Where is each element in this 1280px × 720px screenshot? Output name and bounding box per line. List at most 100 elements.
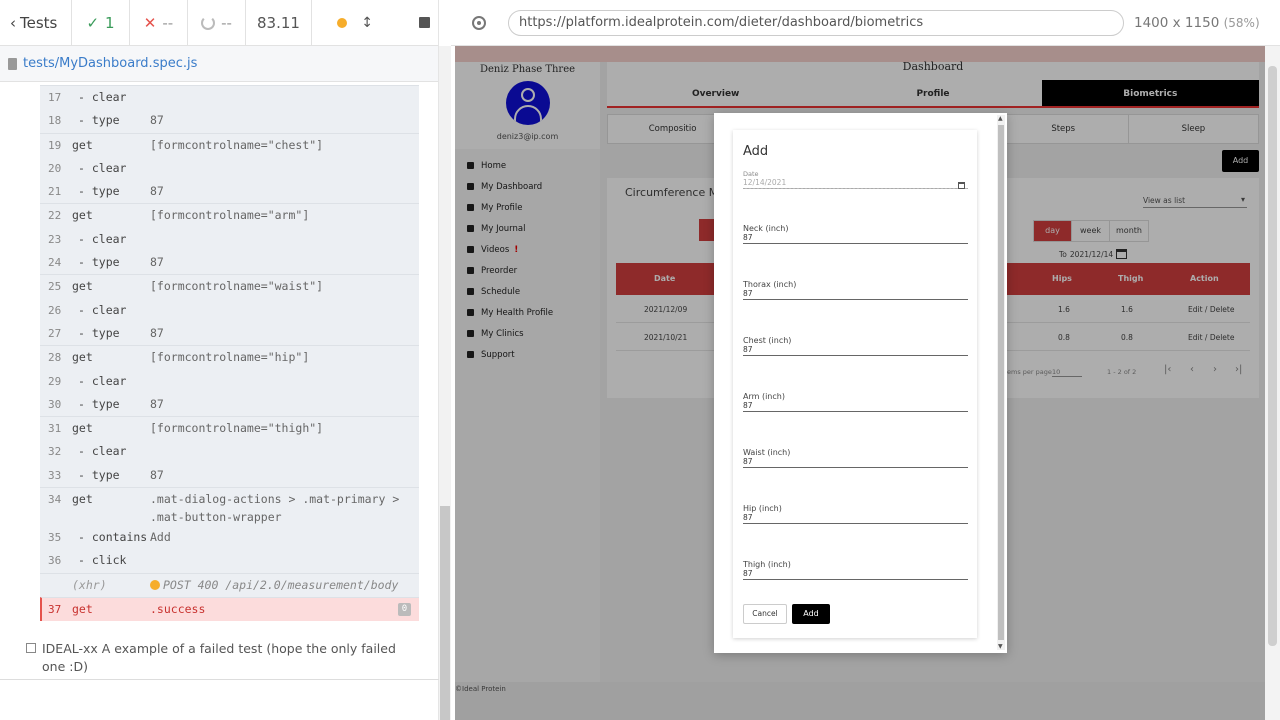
tests-label: Tests bbox=[20, 13, 58, 32]
failed-test[interactable]: IDEAL-xx A example of a failed test (hop… bbox=[26, 640, 406, 676]
command-name: - clear bbox=[78, 231, 127, 246]
dialog-title: Add bbox=[743, 144, 769, 159]
status-dot-icon bbox=[337, 17, 348, 28]
scroll-up-icon[interactable]: ▲ bbox=[998, 115, 1003, 122]
command-name: - type bbox=[78, 255, 120, 270]
field-value[interactable]: 87 bbox=[743, 289, 968, 298]
command-row[interactable]: 25 get [formcontrolname="waist"] bbox=[40, 274, 419, 299]
command-number: 26 bbox=[48, 303, 62, 317]
field-label: Neck (inch) bbox=[743, 224, 789, 233]
field-value[interactable]: 87 bbox=[743, 233, 968, 242]
field-underline bbox=[743, 243, 968, 244]
chest-field[interactable]: Chest (inch) 87 bbox=[743, 336, 968, 356]
command-number: 28 bbox=[48, 351, 62, 365]
spec-header[interactable]: tests/MyDashboard.spec.js bbox=[0, 46, 438, 82]
field-underline bbox=[743, 523, 968, 524]
waist-field[interactable]: Waist (inch) 87 bbox=[743, 448, 968, 468]
cancel-button[interactable]: Cancel bbox=[743, 604, 787, 624]
field-label: Arm (inch) bbox=[743, 392, 785, 401]
command-number: 19 bbox=[48, 138, 62, 152]
passed-count: ✓ 1 bbox=[72, 0, 130, 46]
scrollbar-thumb[interactable] bbox=[1268, 66, 1277, 646]
command-row[interactable]: 32 - clear bbox=[40, 440, 419, 464]
calendar-icon[interactable] bbox=[958, 182, 965, 189]
scrollbar-thumb[interactable] bbox=[998, 125, 1004, 640]
failed-command-row[interactable]: 37 get .success 0 bbox=[40, 596, 419, 622]
command-row[interactable]: 20 - clear bbox=[40, 156, 419, 181]
field-value[interactable]: 87 bbox=[743, 345, 968, 354]
add-button[interactable]: Add bbox=[792, 604, 830, 624]
field-value[interactable]: 87 bbox=[743, 569, 968, 578]
reporter-scrollbar[interactable] bbox=[439, 46, 451, 720]
command-number: 29 bbox=[48, 374, 62, 388]
url-bar: https://platform.idealprotein.com/dieter… bbox=[451, 0, 1280, 46]
scroll-down-icon[interactable]: ▼ bbox=[998, 643, 1003, 650]
command-row[interactable]: 27 - type 87 bbox=[40, 321, 419, 346]
command-row[interactable]: 28 get [formcontrolname="hip"] bbox=[40, 345, 419, 370]
command-row[interactable]: 29 - clear bbox=[40, 369, 419, 393]
test-status-icon bbox=[26, 643, 36, 653]
command-number: 24 bbox=[48, 256, 62, 270]
scrollbar-thumb[interactable] bbox=[440, 506, 450, 720]
command-name: - type bbox=[78, 396, 120, 411]
url-field[interactable]: https://platform.idealprotein.com/dieter… bbox=[508, 9, 1124, 36]
command-number: 33 bbox=[48, 468, 62, 482]
command-number: 18 bbox=[48, 114, 62, 128]
neck-field[interactable]: Neck (inch) 87 bbox=[743, 224, 968, 244]
command-message: [formcontrolname="thigh"] bbox=[150, 421, 324, 436]
test-reporter: ‹ Tests ✓ 1 ✕ -- -- 83.11 ↕ tests/MyDash… bbox=[0, 0, 439, 720]
xhr-status-icon bbox=[150, 579, 160, 590]
failed-test-title[interactable]: IDEAL-xx A example of a failed test (hop… bbox=[42, 640, 406, 676]
field-value[interactable]: 87 bbox=[743, 401, 968, 410]
spec-path[interactable]: tests/MyDashboard.spec.js bbox=[23, 56, 197, 71]
arm-field[interactable]: Arm (inch) 87 bbox=[743, 392, 968, 412]
command-row[interactable]: 24 - type 87 bbox=[40, 251, 419, 275]
element-count-badge: 0 bbox=[398, 602, 411, 616]
command-row[interactable]: 18 - type 87 bbox=[40, 109, 419, 133]
command-row[interactable]: 36 - click bbox=[40, 549, 419, 573]
command-message bbox=[150, 440, 411, 442]
thorax-field[interactable]: Thorax (inch) 87 bbox=[743, 280, 968, 300]
chevron-left-icon: ‹ bbox=[10, 13, 16, 32]
command-name: - type bbox=[78, 467, 120, 482]
field-value[interactable]: 87 bbox=[743, 513, 968, 522]
command-name: get bbox=[72, 208, 93, 223]
date-field[interactable]: Date 12/14/2021 bbox=[743, 170, 968, 189]
auto-scroll-icon[interactable]: ↕ bbox=[361, 15, 373, 31]
command-row[interactable]: 26 - clear bbox=[40, 298, 419, 322]
thigh-field[interactable]: Thigh (inch) 87 bbox=[743, 560, 968, 580]
command-row[interactable]: 31 get [formcontrolname="thigh"] bbox=[40, 416, 419, 441]
stop-icon[interactable] bbox=[419, 17, 430, 28]
selector-playground-icon[interactable] bbox=[472, 15, 486, 30]
command-name: - clear bbox=[78, 90, 127, 104]
passed-value: 1 bbox=[105, 13, 115, 32]
viewport-size: 1400 x 1150 bbox=[1134, 14, 1220, 31]
pending-icon bbox=[201, 15, 216, 30]
app-scrollbar[interactable] bbox=[1265, 46, 1280, 720]
command-number: 21 bbox=[48, 185, 62, 199]
command-row[interactable]: 21 - type 87 bbox=[40, 180, 419, 204]
tests-button[interactable]: ‹ Tests bbox=[0, 0, 72, 46]
command-name: - type bbox=[78, 325, 120, 340]
command-number: 30 bbox=[48, 397, 62, 411]
run-controls: ↕ bbox=[312, 0, 438, 46]
command-row[interactable]: 23 - clear bbox=[40, 227, 419, 252]
command-row[interactable]: 35 - contains Add bbox=[40, 526, 419, 550]
command-name: get bbox=[72, 601, 93, 616]
hip-field[interactable]: Hip (inch) 87 bbox=[743, 504, 968, 524]
command-row[interactable]: 22 get [formcontrolname="arm"] bbox=[40, 203, 419, 228]
command-row[interactable]: 17 - clear bbox=[40, 85, 419, 110]
xhr-row[interactable]: (xhr) POST 400 /api/2.0/measurement/body bbox=[40, 572, 419, 597]
command-message: [formcontrolname="chest"] bbox=[150, 137, 324, 152]
command-message: Add bbox=[150, 530, 171, 545]
dialog-scrollbar[interactable]: ▲ ▼ bbox=[997, 115, 1005, 650]
command-message: [formcontrolname="arm"] bbox=[150, 208, 310, 223]
field-value[interactable]: 87 bbox=[743, 457, 968, 466]
command-row[interactable]: 34 get .mat-dialog-actions > .mat-primary … bbox=[40, 487, 419, 527]
command-row[interactable]: 33 - type 87 bbox=[40, 463, 419, 488]
command-row[interactable]: 19 get [formcontrolname="chest"] bbox=[40, 132, 419, 157]
command-message bbox=[150, 157, 411, 159]
command-number: 32 bbox=[48, 445, 62, 459]
date-value[interactable]: 12/14/2021 bbox=[743, 178, 968, 187]
command-row[interactable]: 30 - type 87 bbox=[40, 392, 419, 417]
